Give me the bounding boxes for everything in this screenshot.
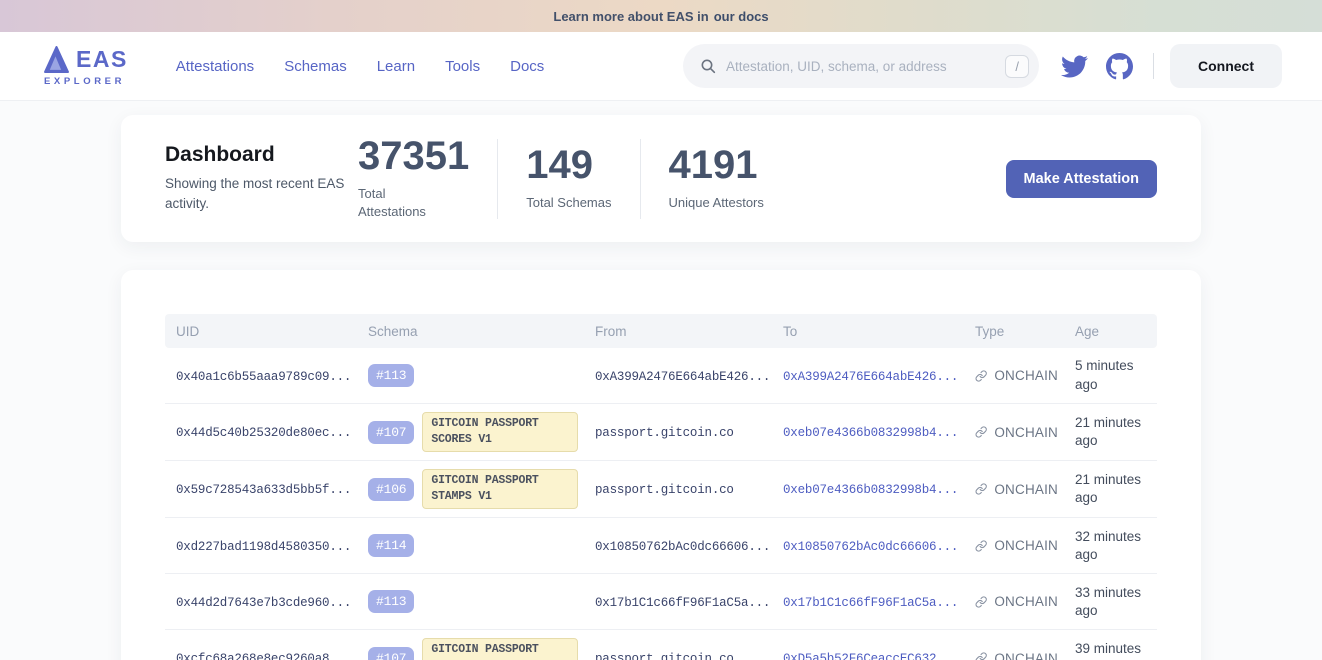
type-label: ONCHAIN bbox=[994, 425, 1058, 440]
stat-total-schemas: 149 Total Schemas bbox=[526, 145, 611, 212]
type-label: ONCHAIN bbox=[994, 594, 1058, 609]
stats-group: 37351 Total Attestations 149 Total Schem… bbox=[358, 136, 764, 221]
docs-banner: Learn more about EAS in our docs bbox=[0, 0, 1322, 32]
uid-link[interactable]: 0xcfc68a268e8ec9260a8... bbox=[176, 652, 351, 660]
logo-subtitle: EXPLORER bbox=[44, 76, 128, 87]
stat-label: Unique Attestors bbox=[669, 194, 764, 212]
nav-attestations[interactable]: Attestations bbox=[176, 58, 254, 75]
schema-name-badge[interactable]: GITCOIN PASSPORT SCORES V1 bbox=[422, 638, 578, 660]
table-row[interactable]: 0x44d2d7643e7b3cde960... #113 0x17b1C1c6… bbox=[165, 574, 1157, 630]
schema-id-badge[interactable]: #114 bbox=[368, 534, 414, 557]
slash-shortcut-badge: / bbox=[1005, 55, 1029, 78]
uid-link[interactable]: 0x44d5c40b25320de80ec... bbox=[176, 426, 351, 440]
link-icon bbox=[975, 595, 987, 609]
stat-value: 149 bbox=[526, 145, 611, 185]
to-address-link[interactable]: 0xD5a5b52F6CeaccEC632... bbox=[783, 652, 958, 660]
uid-link[interactable]: 0xd227bad1198d4580350... bbox=[176, 540, 351, 554]
search-icon bbox=[700, 58, 716, 74]
stat-divider bbox=[640, 139, 641, 219]
search-bar[interactable]: / bbox=[683, 44, 1039, 88]
schema-id-badge[interactable]: #113 bbox=[368, 364, 414, 387]
banner-text: Learn more about EAS in bbox=[553, 9, 708, 24]
banner-docs-link[interactable]: our docs bbox=[714, 9, 769, 24]
col-schema: Schema bbox=[357, 324, 584, 339]
schema-name-badge[interactable]: GITCOIN PASSPORT SCORES V1 bbox=[422, 412, 578, 452]
col-from: From bbox=[584, 324, 772, 339]
table-row[interactable]: 0x40a1c6b55aaa9789c09... #113 0xA399A247… bbox=[165, 348, 1157, 404]
table-row[interactable]: 0xcfc68a268e8ec9260a8... #107 GITCOIN PA… bbox=[165, 630, 1157, 660]
col-type: Type bbox=[964, 324, 1064, 339]
header: EAS EXPLORER Attestations Schemas Learn … bbox=[0, 32, 1322, 100]
from-address-link[interactable]: passport.gitcoin.co bbox=[595, 483, 734, 497]
table-row[interactable]: 0x44d5c40b25320de80ec... #107 GITCOIN PA… bbox=[165, 404, 1157, 461]
to-address-link[interactable]: 0xeb07e4366b0832998b4... bbox=[783, 426, 958, 440]
col-to: To bbox=[772, 324, 964, 339]
schema-name-badge[interactable]: GITCOIN PASSPORT STAMPS V1 bbox=[422, 469, 578, 509]
make-attestation-button[interactable]: Make Attestation bbox=[1006, 160, 1157, 198]
age-label: 21 minutes ago bbox=[1075, 415, 1141, 448]
col-uid: UID bbox=[165, 324, 357, 339]
link-icon bbox=[975, 482, 987, 496]
schema-id-badge[interactable]: #106 bbox=[368, 478, 414, 501]
eas-logo[interactable]: EAS EXPLORER bbox=[44, 46, 128, 87]
to-address-link[interactable]: 0x17b1C1c66fF96F1aC5a... bbox=[783, 596, 958, 610]
age-label: 32 minutes ago bbox=[1075, 529, 1141, 562]
twitter-icon[interactable] bbox=[1061, 53, 1088, 80]
age-label: 39 minutes ago bbox=[1075, 641, 1141, 660]
from-address-link[interactable]: 0xA399A2476E664abE426... bbox=[595, 370, 770, 384]
link-icon bbox=[975, 369, 987, 383]
type-label: ONCHAIN bbox=[994, 482, 1058, 497]
dashboard-card: Dashboard Showing the most recent EAS ac… bbox=[121, 115, 1201, 242]
age-label: 5 minutes ago bbox=[1075, 358, 1134, 391]
col-age: Age bbox=[1064, 324, 1159, 339]
schema-id-badge[interactable]: #107 bbox=[368, 647, 414, 660]
page-title: Dashboard bbox=[165, 143, 358, 167]
nav-tools[interactable]: Tools bbox=[445, 58, 480, 75]
link-icon bbox=[975, 539, 987, 553]
stat-value: 4191 bbox=[669, 145, 764, 185]
nav-schemas[interactable]: Schemas bbox=[284, 58, 347, 75]
social-links bbox=[1061, 53, 1133, 80]
stat-total-attestations: 37351 Total Attestations bbox=[358, 136, 469, 221]
to-address-link[interactable]: 0xA399A2476E664abE426... bbox=[783, 370, 958, 384]
table-row[interactable]: 0x59c728543a633d5bb5f... #106 GITCOIN PA… bbox=[165, 461, 1157, 518]
stat-unique-attestors: 4191 Unique Attestors bbox=[669, 145, 764, 212]
page-subtitle: Showing the most recent EAS activity. bbox=[165, 174, 345, 215]
from-address-link[interactable]: passport.gitcoin.co bbox=[595, 652, 734, 660]
from-address-link[interactable]: 0x17b1C1c66fF96F1aC5a... bbox=[595, 596, 770, 610]
uid-link[interactable]: 0x40a1c6b55aaa9789c09... bbox=[176, 370, 351, 384]
type-label: ONCHAIN bbox=[994, 538, 1058, 553]
table-header-row: UID Schema From To Type Age bbox=[165, 314, 1157, 348]
nav-learn[interactable]: Learn bbox=[377, 58, 415, 75]
stat-divider bbox=[497, 139, 498, 219]
github-icon[interactable] bbox=[1106, 53, 1133, 80]
stat-value: 37351 bbox=[358, 136, 469, 176]
to-address-link[interactable]: 0x10850762bAc0dc66606... bbox=[783, 540, 958, 554]
connect-button[interactable]: Connect bbox=[1170, 44, 1282, 88]
type-label: ONCHAIN bbox=[994, 368, 1058, 383]
attestations-table-card: UID Schema From To Type Age 0x40a1c6b55a… bbox=[121, 270, 1201, 660]
nav-docs[interactable]: Docs bbox=[510, 58, 544, 75]
from-address-link[interactable]: passport.gitcoin.co bbox=[595, 426, 734, 440]
type-label: ONCHAIN bbox=[994, 651, 1058, 660]
from-address-link[interactable]: 0x10850762bAc0dc66606... bbox=[595, 540, 770, 554]
schema-id-badge[interactable]: #107 bbox=[368, 421, 414, 444]
link-icon bbox=[975, 425, 987, 439]
main-content: Dashboard Showing the most recent EAS ac… bbox=[0, 100, 1322, 660]
uid-link[interactable]: 0x59c728543a633d5bb5f... bbox=[176, 483, 351, 497]
stat-label: Total Schemas bbox=[526, 194, 611, 212]
uid-link[interactable]: 0x44d2d7643e7b3cde960... bbox=[176, 596, 351, 610]
link-icon bbox=[975, 651, 987, 660]
header-divider bbox=[1153, 53, 1154, 79]
age-label: 21 minutes ago bbox=[1075, 472, 1141, 505]
age-label: 33 minutes ago bbox=[1075, 585, 1141, 618]
stat-label: Total Attestations bbox=[358, 185, 446, 221]
table-row[interactable]: 0xd227bad1198d4580350... #114 0x10850762… bbox=[165, 518, 1157, 574]
to-address-link[interactable]: 0xeb07e4366b0832998b4... bbox=[783, 483, 958, 497]
schema-id-badge[interactable]: #113 bbox=[368, 590, 414, 613]
search-input[interactable] bbox=[726, 59, 995, 74]
main-nav: Attestations Schemas Learn Tools Docs bbox=[176, 58, 545, 75]
logo-title: EAS bbox=[76, 48, 128, 71]
logo-triangle-icon bbox=[44, 46, 69, 73]
